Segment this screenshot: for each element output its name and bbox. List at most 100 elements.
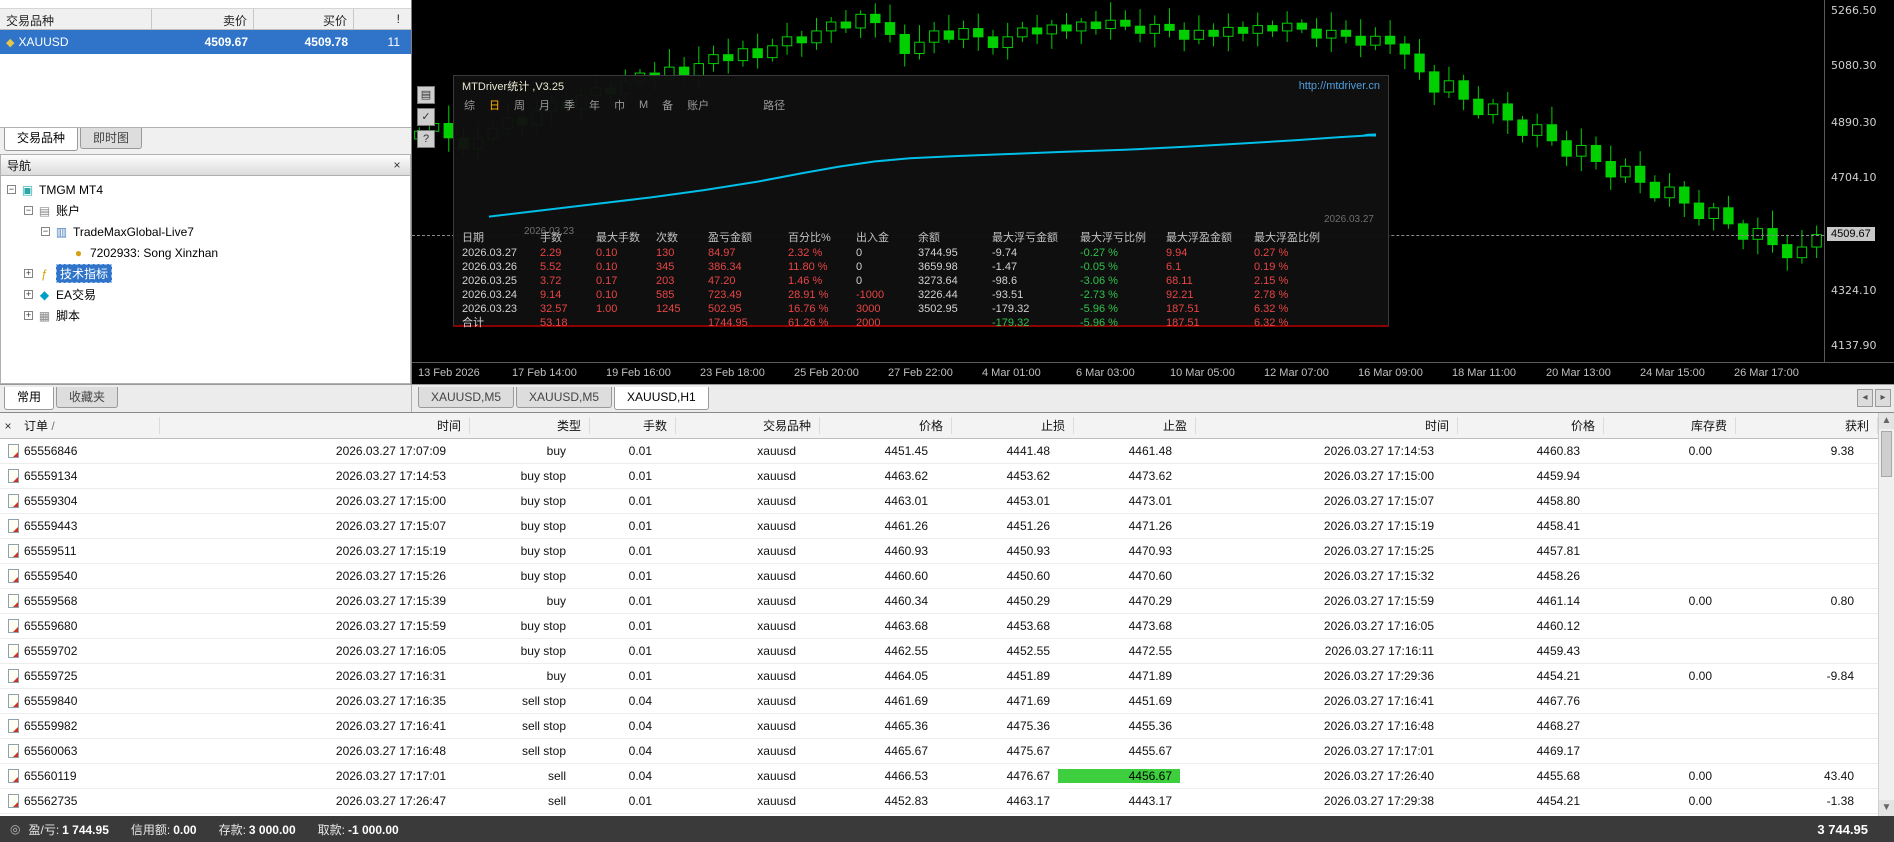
mtdriver-menu-item-9[interactable]: 账户 [687, 97, 709, 113]
market-watch-tab-1[interactable]: 即时图 [80, 128, 143, 149]
terminal-row[interactable]: 65559680 2026.03.27 17:15:59 buy stop 0.01 x… [0, 614, 1878, 639]
chart-side-button[interactable]: ▤ [417, 86, 435, 104]
mtdriver-menu-item-1[interactable]: 日 [489, 97, 500, 113]
cell-open_time: 2026.03.27 17:15:07 [335, 519, 446, 533]
tree-item[interactable]: + ƒ 技术指标 [1, 263, 410, 284]
mtdriver-menu-item-3[interactable]: 月 [539, 97, 550, 113]
mtdriver-menu-item-6[interactable]: 巾 [614, 97, 625, 113]
expander-icon[interactable]: + [24, 311, 33, 320]
close-icon[interactable]: × [0, 419, 16, 433]
navigator-tab-1[interactable]: 收藏夹 [56, 387, 119, 408]
mtdriver-cell: -1000 [856, 289, 885, 301]
tree-item[interactable]: ● 7202933: Song Xinzhan [1, 242, 410, 263]
navigator-titlebar: 导航 × [0, 154, 411, 176]
tree-item[interactable]: − ▥ TradeMaxGlobal-Live7 [1, 221, 410, 242]
terminal-column-header-order[interactable]: 订单 / [16, 417, 160, 434]
terminal-column-header-type[interactable]: 类型 [470, 417, 590, 434]
terminal-column-header-close_time[interactable]: 时间 [1196, 417, 1458, 434]
terminal-row[interactable]: 65559840 2026.03.27 17:16:35 sell stop 0.04… [0, 689, 1878, 714]
mtdriver-menu-item-2[interactable]: 周 [514, 97, 525, 113]
scroll-left-icon[interactable]: ◂ [1857, 389, 1873, 407]
navigator-tab-0[interactable]: 常用 [4, 387, 55, 410]
mtdriver-menu-item-0[interactable]: 综 [464, 97, 475, 113]
candle [1252, 12, 1263, 47]
scroll-right-icon[interactable]: ▸ [1875, 389, 1891, 407]
mtdriver-menu-item-5[interactable]: 年 [589, 97, 600, 113]
terminal-row[interactable]: 65559982 2026.03.27 17:16:41 sell stop 0.04… [0, 714, 1878, 739]
terminal-row[interactable]: 65559134 2026.03.27 17:14:53 buy stop 0.01 x… [0, 464, 1878, 489]
terminal-row[interactable]: 65562735 2026.03.27 17:26:47 sell 0.01 xauus… [0, 789, 1878, 814]
order-icon [8, 769, 19, 783]
terminal-scrollbar[interactable]: ▲ ▼ [1878, 413, 1894, 816]
expander-icon[interactable]: + [24, 290, 33, 299]
status-item-1: 信用额: 0.00 [130, 822, 197, 837]
order-id: 65559540 [24, 569, 78, 583]
mtdriver-cell: 16.76 % [788, 303, 829, 315]
market-watch-row[interactable]: ◆ XAUUSD 4509.67 4509.78 11 [0, 30, 411, 54]
time-tick-label: 12 Mar 07:00 [1264, 367, 1329, 379]
left-panel: 交易品种 卖价 买价 ! ◆ XAUUSD 4509.67 4509.78 11 交易品… [0, 0, 412, 384]
terminal-row[interactable]: 65560119 2026.03.27 17:17:01 sell 0.04 xauus… [0, 764, 1878, 789]
market-watch-tab-0[interactable]: 交易品种 [4, 128, 79, 151]
candle [796, 30, 807, 57]
chart-tab-1[interactable]: XAUUSD,M5 [516, 387, 613, 408]
mtdriver-menu-item-4[interactable]: 季 [564, 97, 575, 113]
cell-order: 65559840 [0, 694, 144, 708]
terminal-row[interactable]: 65559443 2026.03.27 17:15:07 buy stop 0.01 x… [0, 514, 1878, 539]
cell-price: 4460.34 [884, 594, 928, 608]
column-header-bid[interactable]: 卖价 [152, 9, 254, 29]
mtdriver-cell: 2.15 % [1254, 275, 1289, 287]
scroll-down-icon[interactable]: ▼ [1879, 800, 1894, 816]
expander-icon[interactable]: − [24, 206, 33, 215]
chart-tab-0[interactable]: XAUUSD,M5 [418, 387, 515, 408]
expander-icon[interactable]: − [41, 227, 50, 236]
order-id: 65559304 [24, 494, 78, 508]
terminal-row[interactable]: 65559725 2026.03.27 17:16:31 buy 0.01 xauusd… [0, 664, 1878, 689]
terminal-column-header-lots[interactable]: 手数 [590, 417, 676, 434]
tree-item[interactable]: − ▤ 账户 [1, 200, 410, 221]
time-axis[interactable]: 13 Feb 2026 17 Feb 14:00 19 Feb 16:00 23 Fe… [412, 362, 1894, 384]
price-axis[interactable]: 5266.50 5080.30 4890.30 4704.10 4324.10 4137.… [1824, 0, 1894, 362]
terminal-column-header-swap[interactable]: 库存费 [1604, 417, 1736, 434]
column-header-ask[interactable]: 买价 [254, 9, 354, 29]
terminal-row[interactable]: 65559511 2026.03.27 17:15:19 buy stop 0.01 x… [0, 539, 1878, 564]
tree-item[interactable]: − ▣ TMGM MT4 [1, 179, 410, 200]
chart-tab-2[interactable]: XAUUSD,H1 [614, 387, 709, 410]
expander-icon[interactable]: + [24, 269, 33, 278]
tree-item[interactable]: + ◆ EA交易 [1, 284, 410, 305]
terminal-row[interactable]: 65556846 2026.03.27 17:07:09 buy 0.01 xauusd… [0, 439, 1878, 464]
tree-item[interactable]: + ▦ 脚本 [1, 305, 410, 326]
terminal-row[interactable]: 65559304 2026.03.27 17:15:00 buy stop 0.01 x… [0, 489, 1878, 514]
terminal-row[interactable]: 65559568 2026.03.27 17:15:39 buy 0.01 xauusd… [0, 589, 1878, 614]
cell-tp: 4470.60 [1128, 569, 1172, 583]
terminal-column-header-open_time[interactable]: 时间 [160, 417, 470, 434]
scrollbar-thumb[interactable] [1881, 431, 1892, 477]
cell-order: 65560063 [0, 744, 144, 758]
expander-icon[interactable]: − [7, 185, 16, 194]
terminal-column-header-symbol[interactable]: 交易品种 [676, 417, 820, 434]
cell-close_time: 2026.03.27 17:17:01 [1323, 744, 1434, 758]
cell-close_price: 4460.12 [1536, 619, 1580, 633]
cell-profit: 0.80 [1830, 594, 1854, 608]
mtdriver-link[interactable]: http://mtdriver.cn [1299, 80, 1380, 92]
mtdriver-menu-item-10[interactable]: 路径 [763, 97, 785, 113]
terminal-row[interactable]: 65560063 2026.03.27 17:16:48 sell stop 0.04… [0, 739, 1878, 764]
chart-side-button[interactable]: ✓ [417, 108, 435, 126]
column-header-spread[interactable]: ! [354, 9, 406, 29]
chart-side-button[interactable]: ? [417, 130, 435, 148]
mtdriver-menu-item-7[interactable]: M [639, 99, 648, 111]
terminal-column-header-close_price[interactable]: 价格 [1458, 417, 1604, 434]
terminal-column-header-tp[interactable]: 止盈 [1074, 417, 1196, 434]
terminal-row[interactable]: 65559702 2026.03.27 17:16:05 buy stop 0.01 x… [0, 639, 1878, 664]
terminal-column-header-price[interactable]: 价格 [820, 417, 952, 434]
column-header-symbol[interactable]: 交易品种 [0, 9, 152, 29]
terminal-row[interactable]: 65559540 2026.03.27 17:15:26 buy stop 0.01 x… [0, 564, 1878, 589]
mtdriver-menu-item-8[interactable]: 备 [662, 97, 673, 113]
close-icon[interactable]: × [390, 158, 404, 172]
scroll-up-icon[interactable]: ▲ [1879, 413, 1894, 429]
cell-close_time: 2026.03.27 17:16:48 [1323, 719, 1434, 733]
terminal-column-header-profit[interactable]: 获利 [1736, 417, 1878, 434]
terminal-column-header-sl[interactable]: 止损 [952, 417, 1074, 434]
account-icon: ▥ [55, 224, 68, 239]
candle [1576, 128, 1587, 172]
